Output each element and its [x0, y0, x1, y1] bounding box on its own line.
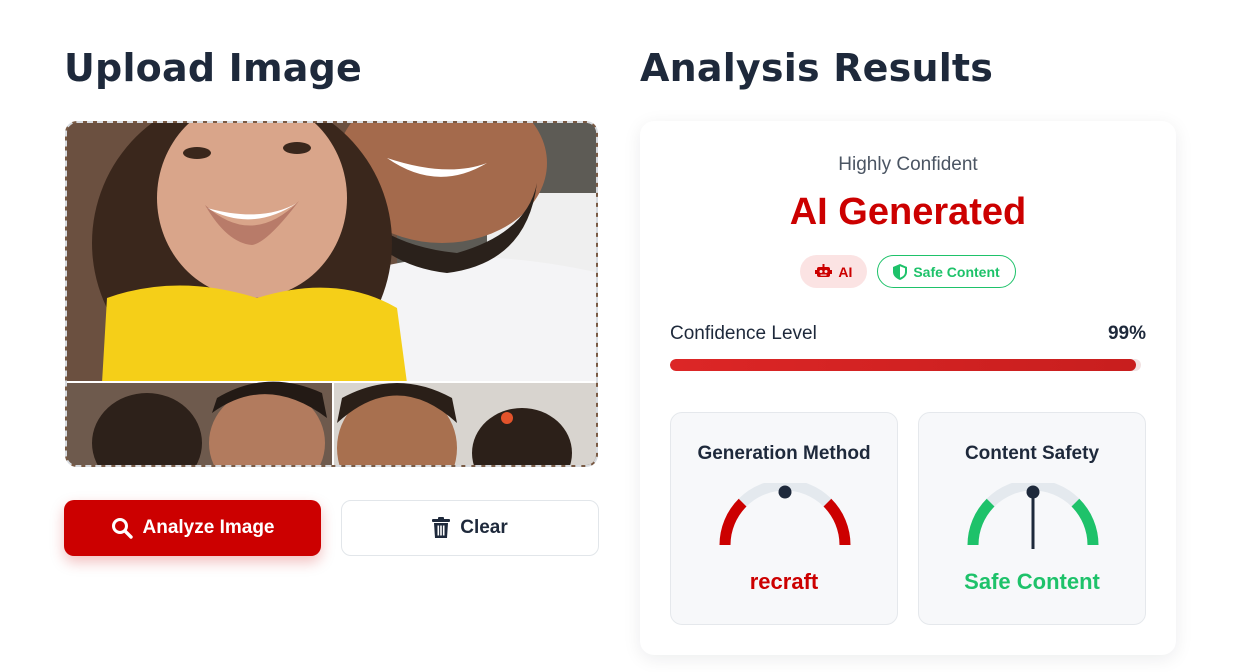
analyze-image-button[interactable]: Analyze Image	[64, 500, 321, 556]
robot-icon	[815, 264, 833, 277]
upload-title: Upload Image	[64, 46, 363, 90]
result-badges: AI Safe Content	[640, 255, 1176, 288]
uploaded-photo	[67, 123, 596, 465]
safe-content-badge: Safe Content	[877, 255, 1016, 288]
uploaded-image-preview[interactable]	[65, 121, 598, 467]
content-safety-card: Content Safety Safe Content	[918, 412, 1146, 625]
clear-button[interactable]: Clear	[341, 500, 599, 556]
content-safety-value: Safe Content	[964, 569, 1100, 594]
generation-method-title: Generation Method	[697, 443, 871, 464]
content-safety-title: Content Safety	[964, 443, 1100, 464]
confidence-value: 99%	[1107, 323, 1146, 344]
trash-icon	[432, 517, 451, 538]
generation-method-gauge	[719, 483, 851, 546]
ai-badge: AI	[800, 255, 868, 288]
confidence-bar	[670, 359, 1141, 371]
search-icon	[111, 518, 133, 539]
analyze-image-label: Analyze Image	[142, 517, 275, 538]
safe-badge-label: Safe Content	[913, 263, 1000, 280]
verdict-text: AI Generated	[789, 191, 1027, 233]
generation-method-value: recraft	[749, 569, 819, 594]
generation-method-card: Generation Method recraft	[670, 412, 898, 625]
content-safety-gauge	[967, 483, 1099, 549]
shield-icon	[893, 263, 908, 280]
confidence-label: Confidence Level	[670, 323, 817, 344]
results-card: Highly Confident AI Generated AI Safe Co…	[640, 121, 1176, 655]
confidence-bar-fill	[670, 359, 1137, 371]
confidence-description: Highly Confident	[838, 154, 978, 175]
clear-label: Clear	[460, 517, 508, 538]
ai-badge-label: AI	[838, 263, 853, 280]
results-title: Analysis Results	[640, 46, 994, 90]
